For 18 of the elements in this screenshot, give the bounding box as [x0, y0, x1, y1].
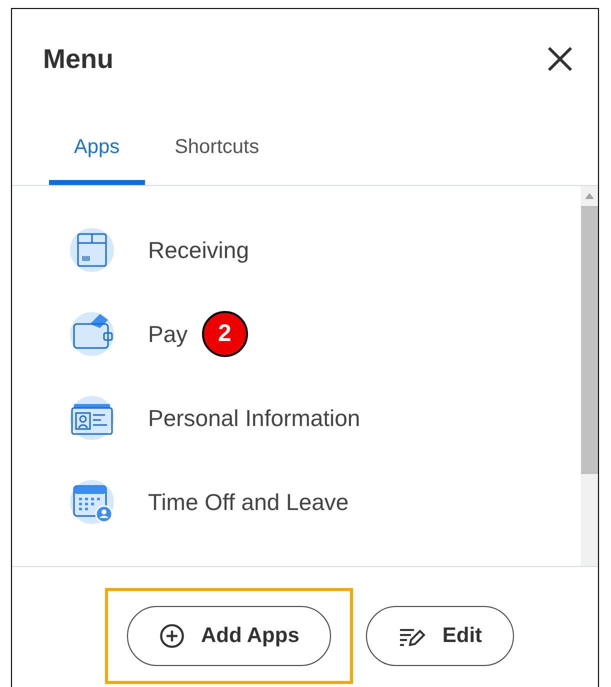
annotation-badge: 2 [202, 311, 248, 357]
scrollbar-thumb[interactable] [581, 206, 598, 474]
app-link[interactable]: Pay [148, 316, 188, 352]
id-card-icon [68, 394, 116, 442]
app-link[interactable]: Time Off and Leave [148, 484, 349, 520]
scroll-up-icon[interactable] [585, 193, 594, 199]
tab[interactable]: Shortcuts [146, 109, 288, 185]
scrollbar[interactable] [581, 186, 598, 566]
plus-circle-icon [159, 623, 185, 649]
app-link[interactable]: Personal Information [148, 400, 360, 436]
box-icon [68, 226, 116, 274]
pill-button[interactable]: Add Apps [127, 606, 332, 666]
calendar-person-icon [68, 478, 116, 526]
wallet-icon [68, 310, 116, 358]
tab[interactable]: Apps [49, 109, 145, 185]
pill-button[interactable]: Edit [366, 606, 514, 666]
menu-title: Menu [43, 42, 114, 76]
app-link[interactable]: Receiving [148, 232, 249, 268]
